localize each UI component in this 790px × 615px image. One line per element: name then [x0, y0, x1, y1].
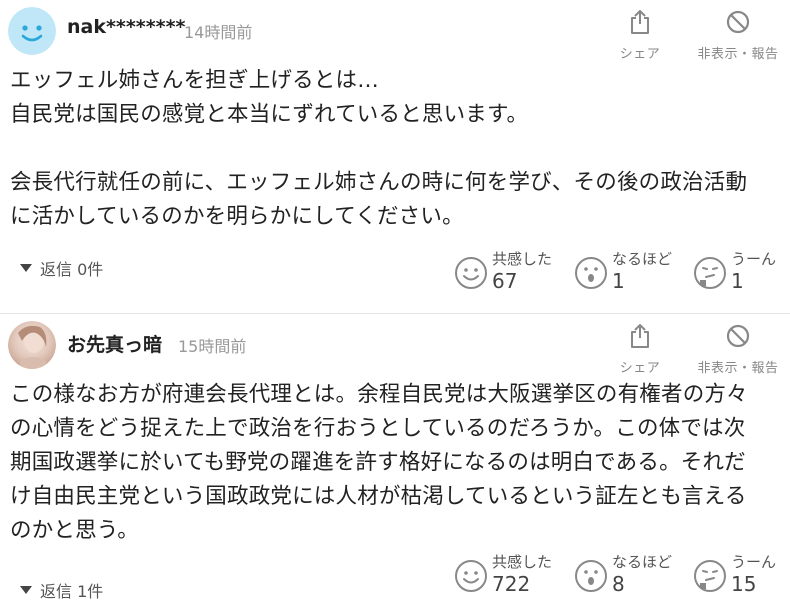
username[interactable]: お先真っ暗	[67, 330, 162, 357]
naruhodo-button[interactable]: なるほど 8	[574, 549, 684, 601]
share-label: シェア	[619, 361, 661, 376]
uun-button[interactable]: うーん 15	[693, 549, 790, 601]
naruhodo-button[interactable]: なるほど 1	[574, 246, 684, 298]
thinking-face-icon	[694, 257, 726, 289]
reply-toggle[interactable]: 返信 0件	[20, 256, 103, 280]
caret-down-icon	[20, 264, 32, 272]
comment-body: この様なお方が府連会長代理とは。余程自民党は大阪選挙区の有権者の方々 の心情をど…	[10, 382, 748, 543]
reaction-count: 8	[612, 572, 625, 596]
share-button[interactable]: シェア	[612, 322, 668, 376]
hide-report-button[interactable]: 非表示・報告	[690, 322, 786, 376]
reaction-count: 15	[731, 572, 757, 596]
timestamp: 14時間前	[184, 23, 253, 42]
reaction-count: 1	[731, 269, 744, 293]
caret-down-icon	[20, 586, 32, 594]
avatar[interactable]	[8, 7, 56, 55]
share-label: シェア	[619, 47, 661, 62]
prohibit-icon	[726, 322, 750, 350]
reaction-label: うーん	[731, 553, 777, 571]
timestamp: 15時間前	[178, 337, 247, 356]
share-icon	[629, 8, 651, 36]
surprised-face-icon	[575, 257, 607, 289]
empathy-button[interactable]: 共感した 722	[454, 549, 564, 601]
smile-face-icon	[455, 560, 487, 592]
hide-report-label: 非表示・報告	[697, 361, 779, 376]
reaction-label: なるほど	[612, 553, 673, 571]
username[interactable]: nak********	[67, 16, 185, 38]
smile-face-icon	[455, 257, 487, 289]
reply-count: 返信 1件	[40, 582, 104, 601]
reaction-count: 1	[612, 269, 625, 293]
share-button[interactable]: シェア	[612, 8, 668, 62]
reaction-label: なるほど	[612, 250, 673, 268]
reaction-label: 共感した	[492, 250, 553, 268]
comment-item: nak******** 14時間前 シェア 非表示・報告 エッフェル姉さんを担ぎ…	[0, 0, 790, 313]
default-avatar-icon	[8, 7, 56, 55]
reaction-count: 67	[492, 269, 518, 293]
share-icon	[629, 322, 651, 350]
reaction-label: 共感した	[492, 553, 553, 571]
user-photo-avatar	[8, 321, 56, 369]
comment-body: エッフェル姉さんを担ぎ上げるとは… 自民党は国民の感覚と本当にずれていると思いま…	[10, 68, 748, 229]
prohibit-icon	[726, 8, 750, 36]
uun-button[interactable]: うーん 1	[693, 246, 790, 298]
avatar[interactable]	[8, 321, 56, 369]
reaction-count: 722	[492, 572, 531, 596]
empathy-button[interactable]: 共感した 67	[454, 246, 564, 298]
reaction-label: うーん	[731, 250, 777, 268]
thinking-face-icon	[694, 560, 726, 592]
comment-item: お先真っ暗 15時間前 シェア 非表示・報告 この様なお方が府連会長代理とは。余…	[0, 313, 790, 615]
hide-report-button[interactable]: 非表示・報告	[690, 8, 786, 62]
surprised-face-icon	[575, 560, 607, 592]
reply-toggle[interactable]: 返信 1件	[20, 578, 103, 602]
hide-report-label: 非表示・報告	[697, 47, 779, 62]
reply-count: 返信 0件	[40, 260, 104, 279]
